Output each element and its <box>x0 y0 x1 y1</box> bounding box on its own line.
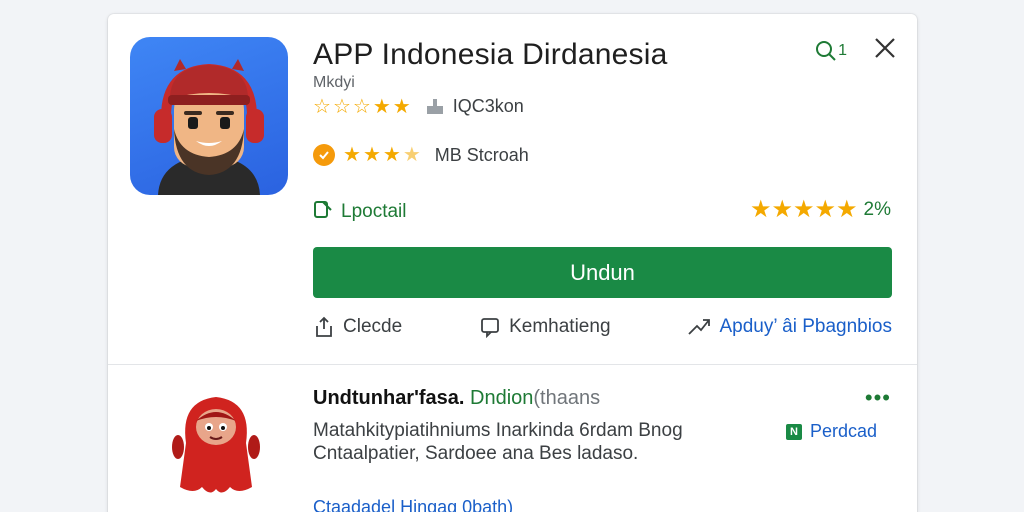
related-description: Matahkitypiatihniums Inarkinda 6rdam Bno… <box>313 420 683 464</box>
more-icon[interactable]: ••• <box>865 385 891 411</box>
app-card: APP Indonesia Dirdanesia Mkdyi ☆ ☆ ☆ ★ ★… <box>108 14 917 512</box>
feedback-label: Kemhatieng <box>509 316 611 337</box>
related-title-muted: (thaans <box>533 387 601 409</box>
star-icon: ★ <box>771 196 793 223</box>
open-icon <box>688 319 711 335</box>
related-title: Undtunhar'fasa. Dndion(thaans <box>313 387 600 410</box>
related-link-icon: N <box>785 423 802 440</box>
share-label: Clecde <box>343 316 403 337</box>
search-button[interactable]: 1 <box>814 39 847 63</box>
star-icon: ☆ <box>313 95 331 118</box>
install-info: Lpoctail <box>313 198 407 225</box>
rating-percent: 2% <box>863 199 891 220</box>
app-title: APP Indonesia Dirdanesia <box>313 38 668 71</box>
app-icon <box>130 37 288 195</box>
install-icon <box>313 198 335 225</box>
related-title-bold: Undtunhar'fasa. <box>313 387 465 409</box>
feedback-action[interactable]: Kemhatieng <box>479 316 611 338</box>
badge-icon <box>313 144 335 166</box>
star-icon: ★ <box>392 95 411 118</box>
rating-info-1: IQC3kon <box>452 96 524 116</box>
close-icon <box>875 38 895 58</box>
rating-row: ☆ ☆ ☆ ★ ★ IQC3kon <box>313 96 524 117</box>
share-icon <box>316 316 332 337</box>
related-footer-link[interactable]: Ctaadadel Hingag 0bath) <box>313 497 513 512</box>
star-icon: ★ <box>362 144 381 166</box>
overall-rating: ★ ★ ★ ★ ★ 2% <box>750 198 891 222</box>
feedback-icon <box>481 318 500 338</box>
install-label: Lpoctail <box>341 200 407 222</box>
related-link[interactable]: N Perdcad <box>785 421 877 442</box>
download-icon <box>425 98 445 116</box>
rating-info-2: MB Stcroah <box>434 144 529 165</box>
star-icon: ★ <box>792 196 815 223</box>
rating-row-2: ★ ★ ★ ★ MB Stcroah <box>313 144 529 166</box>
action-bar: Clecde Kemhatieng Apduy’ âi Pbagnbios <box>313 316 892 338</box>
search-badge: 1 <box>838 41 847 59</box>
star-icon: ★ <box>382 144 401 166</box>
star-icon: ★ <box>836 196 858 223</box>
star-icon: ★ <box>372 95 391 118</box>
top-actions: 1 <box>814 36 897 65</box>
related-link-label: Perdcad <box>809 421 877 441</box>
star-icon: ★ <box>343 144 361 166</box>
rating-stars-2: ★ ★ ★ ★ <box>343 145 421 165</box>
star-icon: ★ <box>402 144 421 166</box>
star-icon: ★ <box>749 196 772 223</box>
related-developer[interactable]: Dndion <box>470 387 533 409</box>
star-icon: ☆ <box>352 95 371 118</box>
share-action[interactable]: Clecde <box>313 316 402 338</box>
star-icon: ★ <box>814 196 837 223</box>
close-button[interactable] <box>873 36 897 65</box>
open-action[interactable]: Apduy’ âi Pbagnbios <box>687 316 892 338</box>
rating-stars: ☆ ☆ ☆ ★ ★ <box>313 97 411 117</box>
related-section: Undtunhar'fasa. Dndion(thaans ••• Matahk… <box>108 365 917 512</box>
open-label: Apduy’ âi Pbagnbios <box>719 316 892 337</box>
app-subtitle: Mkdyi <box>313 74 355 91</box>
search-icon <box>816 40 836 61</box>
install-button[interactable]: Undun <box>313 247 892 298</box>
mascot-image <box>166 383 266 503</box>
star-icon: ☆ <box>332 95 351 118</box>
